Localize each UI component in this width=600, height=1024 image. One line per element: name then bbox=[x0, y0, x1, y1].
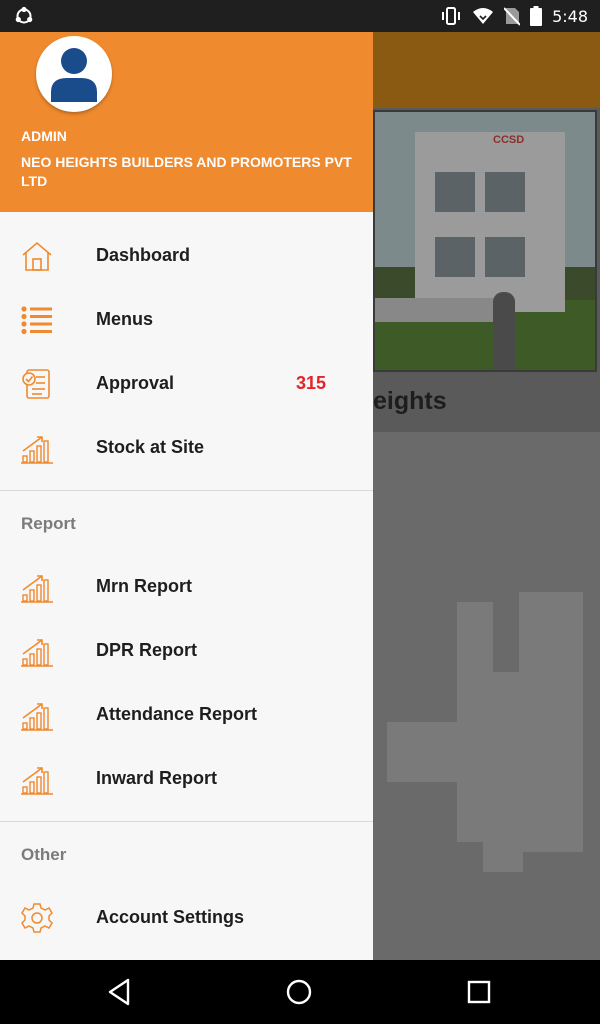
menu-label-attendance-report: Attendance Report bbox=[96, 704, 258, 724]
bar-chart-icon bbox=[21, 436, 53, 464]
menu-item-approval[interactable]: Approval 315 bbox=[0, 352, 373, 416]
back-icon[interactable] bbox=[104, 976, 136, 1008]
user-company: NEO HEIGHTS BUILDERS AND PROMOTERS PVT L… bbox=[21, 154, 352, 189]
recents-icon[interactable] bbox=[463, 976, 495, 1008]
list-icon bbox=[21, 306, 52, 335]
menu-label-dpr-report: DPR Report bbox=[96, 640, 198, 660]
no-sim-icon bbox=[504, 7, 521, 26]
menu-item-mrn-report[interactable]: Mrn Report bbox=[0, 555, 373, 619]
menu-item-menus[interactable]: Menus bbox=[0, 288, 373, 352]
menu-item-inward-report[interactable]: Inward Report bbox=[0, 747, 373, 811]
menu-item-attendance-report[interactable]: Attendance Report bbox=[0, 683, 373, 747]
approval-icon bbox=[22, 369, 50, 399]
divider bbox=[0, 821, 373, 822]
system-navigation-bar bbox=[0, 960, 600, 1024]
background-toolbar bbox=[373, 32, 600, 108]
menu-label-stock-at-site: Stock at Site bbox=[96, 437, 205, 457]
wifi-icon bbox=[473, 8, 494, 24]
section-title-other: Other bbox=[21, 845, 67, 864]
sync-icon bbox=[15, 6, 33, 24]
home-circle-icon[interactable] bbox=[283, 976, 315, 1008]
photo-logo-text: CCSD bbox=[493, 134, 525, 146]
menu-label-account-settings: Account Settings bbox=[96, 907, 245, 927]
divider bbox=[0, 490, 373, 491]
gear-icon bbox=[21, 903, 53, 933]
menu-label-inward-report: Inward Report bbox=[96, 768, 218, 788]
section-title-report: Report bbox=[21, 514, 76, 533]
person-icon bbox=[51, 48, 97, 102]
menu-item-dpr-report[interactable]: DPR Report bbox=[0, 619, 373, 683]
bar-chart-icon bbox=[21, 639, 53, 667]
background-title: eights bbox=[373, 387, 447, 415]
background-building-photo: CCSD bbox=[373, 110, 597, 372]
status-bar: 5:48 bbox=[0, 0, 600, 32]
background-skyline bbox=[373, 432, 600, 960]
drawer-header: ADMIN NEO HEIGHTS BUILDERS AND PROMOTERS… bbox=[0, 32, 373, 212]
bar-chart-icon bbox=[21, 575, 53, 603]
vibrate-icon bbox=[442, 7, 461, 25]
background-app[interactable]: CCSD eights bbox=[373, 32, 600, 960]
menu-label-approval: Approval bbox=[96, 373, 175, 393]
avatar[interactable] bbox=[36, 36, 112, 112]
approval-count-badge: 315 bbox=[295, 373, 326, 393]
menu-item-account-settings[interactable]: Account Settings bbox=[0, 886, 373, 950]
battery-icon bbox=[530, 6, 543, 26]
menu-label-mrn-report: Mrn Report bbox=[96, 576, 192, 596]
navigation-drawer: ADMIN NEO HEIGHTS BUILDERS AND PROMOTERS… bbox=[0, 32, 373, 960]
menu-item-stock-at-site[interactable]: Stock at Site bbox=[0, 416, 373, 480]
menu-label-dashboard: Dashboard bbox=[96, 245, 191, 265]
bar-chart-icon bbox=[21, 703, 53, 731]
menu-label-menus: Menus bbox=[96, 309, 154, 329]
menu-item-dashboard[interactable]: Dashboard bbox=[0, 224, 373, 288]
bar-chart-icon bbox=[21, 767, 53, 795]
user-role: ADMIN bbox=[21, 128, 67, 144]
status-time: 5:48 bbox=[552, 6, 588, 26]
home-icon bbox=[22, 241, 52, 271]
